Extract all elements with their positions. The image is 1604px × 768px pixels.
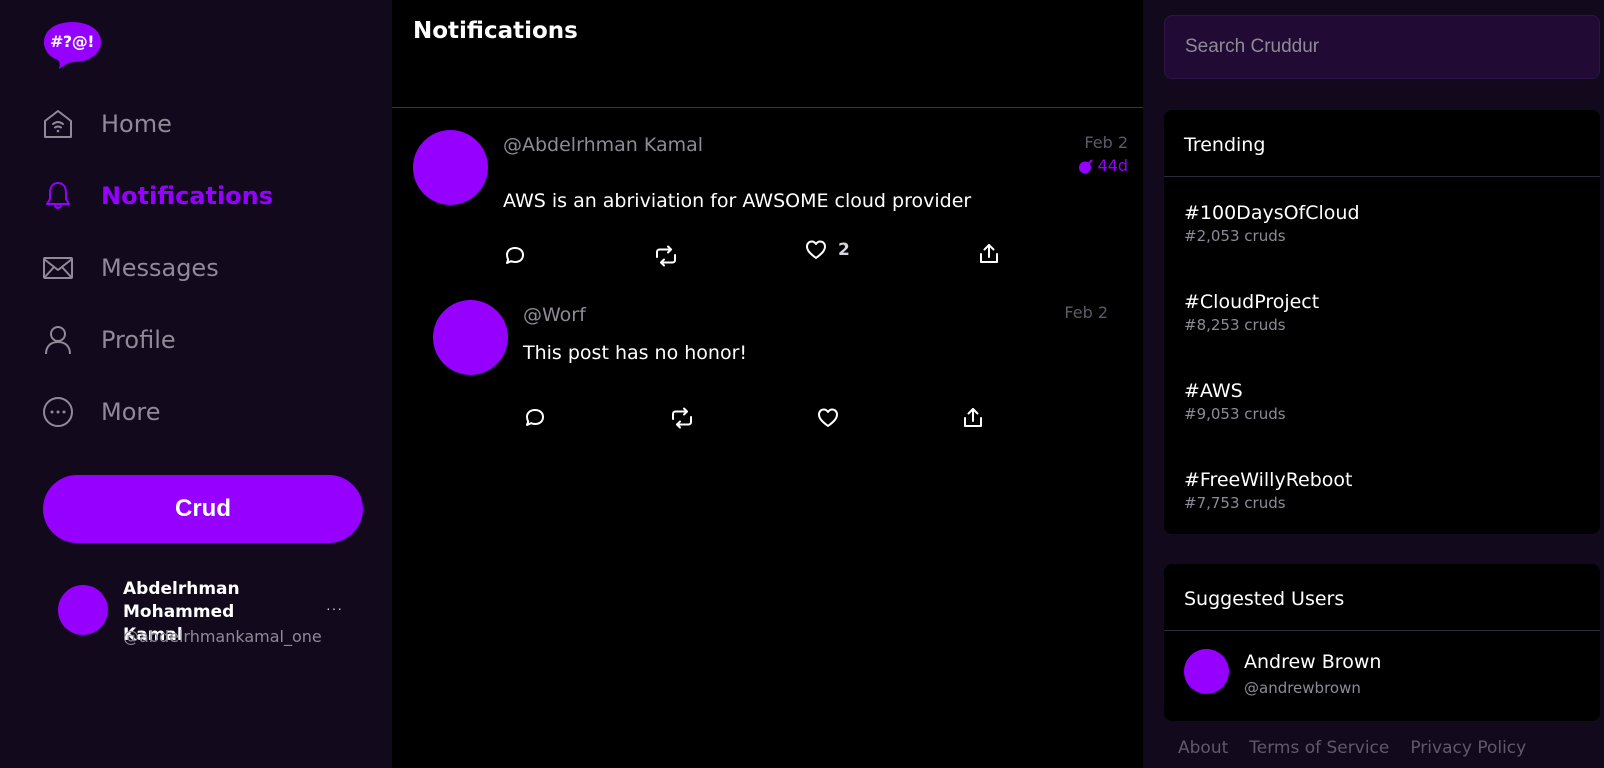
trending-item[interactable]: #100DaysOfCloud #2,053 cruds <box>1184 202 1360 245</box>
app-logo[interactable]: #?@! <box>43 20 103 70</box>
trending-title: Trending <box>1164 110 1600 177</box>
repost-icon <box>656 245 676 267</box>
home-icon <box>42 108 74 140</box>
post-item[interactable]: @Abdelrhman Kamal Feb 2 44d AWS is an ab… <box>413 130 1128 280</box>
trending-panel: Trending #100DaysOfCloud #2,053 cruds #C… <box>1164 110 1600 534</box>
avatar[interactable] <box>433 300 508 375</box>
trending-count: #8,253 cruds <box>1184 316 1286 334</box>
share-icon <box>964 408 982 427</box>
reply-button[interactable] <box>503 244 527 268</box>
user-menu-button[interactable]: ··· <box>326 600 343 616</box>
trending-tag: #100DaysOfCloud <box>1184 202 1360 224</box>
share-button[interactable] <box>961 406 985 430</box>
share-button[interactable] <box>977 242 1001 266</box>
nav-label: Profile <box>101 326 176 354</box>
like-button[interactable]: 2 <box>804 238 850 262</box>
avatar[interactable] <box>413 130 488 205</box>
footer-link-about[interactable]: About <box>1178 738 1228 758</box>
nav-messages[interactable]: Messages <box>42 246 219 290</box>
feed-header: Notifications <box>392 0 1143 108</box>
like-button[interactable] <box>816 406 840 430</box>
trending-tag: #CloudProject <box>1184 291 1320 313</box>
heart-icon <box>818 408 838 427</box>
suggested-user-name: Andrew Brown <box>1244 651 1382 673</box>
footer-links: About Terms of Service Privacy Policy <box>1178 738 1526 758</box>
avatar <box>58 585 108 635</box>
repost-button[interactable] <box>654 244 678 268</box>
suggested-users-panel: Suggested Users Andrew Brown @andrewbrow… <box>1164 564 1600 721</box>
post-date: Feb 2 <box>1084 133 1128 152</box>
nav-label: Notifications <box>101 182 274 210</box>
suggested-user[interactable]: Andrew Brown @andrewbrown <box>1184 649 1584 699</box>
current-user-handle: @abdelrhmankamal_one <box>123 627 322 646</box>
trending-tag: #FreeWillyReboot <box>1184 469 1353 491</box>
nav-profile[interactable]: Profile <box>42 318 176 362</box>
footer-link-privacy[interactable]: Privacy Policy <box>1410 738 1526 758</box>
post-item[interactable]: @Worf Feb 2 This post has no honor! <box>433 300 1108 435</box>
trending-item[interactable]: #CloudProject #8,253 cruds <box>1184 291 1319 334</box>
trending-item[interactable]: #AWS #9,053 cruds <box>1184 380 1286 423</box>
current-user-card[interactable]: Abdelrhman Mohammed Kamal ··· @abdelrhma… <box>58 578 358 648</box>
crud-button[interactable]: Crud <box>43 475 363 543</box>
repost-button[interactable] <box>670 406 694 430</box>
nav-home[interactable]: Home <box>42 102 172 146</box>
trending-tag: #AWS <box>1184 380 1243 402</box>
trending-count: #2,053 cruds <box>1184 227 1286 245</box>
post-expires-label: 44d <box>1097 156 1128 175</box>
like-count: 2 <box>838 240 850 260</box>
repost-icon <box>672 407 692 429</box>
search-input[interactable] <box>1164 15 1600 79</box>
trending-count: #9,053 cruds <box>1184 405 1286 423</box>
nav-label: Messages <box>101 254 219 282</box>
right-sidebar: Trending #100DaysOfCloud #2,053 cruds #C… <box>1143 0 1604 768</box>
page-title: Notifications <box>413 18 578 44</box>
post-text: This post has no honor! <box>523 342 748 364</box>
heart-icon <box>806 240 826 259</box>
post-date: Feb 2 <box>1064 303 1108 322</box>
reply-icon <box>526 409 544 426</box>
left-sidebar: #?@! Home Notifications Messages Profile… <box>0 0 392 768</box>
post-expires: 44d <box>1078 156 1128 175</box>
main-feed: Notifications @Abdelrhman Kamal Feb 2 44… <box>392 0 1143 768</box>
reply-icon <box>506 247 524 264</box>
bell-icon <box>42 180 74 212</box>
envelope-icon <box>42 252 74 284</box>
reply-button[interactable] <box>523 406 547 430</box>
suggested-users-title: Suggested Users <box>1164 564 1600 631</box>
nav-label: Home <box>101 110 172 138</box>
more-circle-icon <box>42 396 74 428</box>
nav-more[interactable]: More <box>42 390 161 434</box>
share-icon <box>980 244 998 263</box>
post-handle[interactable]: @Abdelrhman Kamal <box>503 134 703 156</box>
post-handle[interactable]: @Worf <box>523 304 586 326</box>
nav-notifications[interactable]: Notifications <box>42 174 273 218</box>
trending-item[interactable]: #FreeWillyReboot #7,753 cruds <box>1184 469 1353 512</box>
post-text: AWS is an abriviation for AWSOME cloud p… <box>503 190 972 212</box>
user-icon <box>42 324 74 356</box>
logo-text: #?@! <box>50 32 94 51</box>
bomb-icon <box>1079 159 1093 173</box>
avatar <box>1184 649 1229 694</box>
trending-count: #7,753 cruds <box>1184 494 1286 512</box>
suggested-user-handle: @andrewbrown <box>1244 679 1361 697</box>
footer-link-terms[interactable]: Terms of Service <box>1249 738 1389 758</box>
nav-label: More <box>101 398 161 426</box>
